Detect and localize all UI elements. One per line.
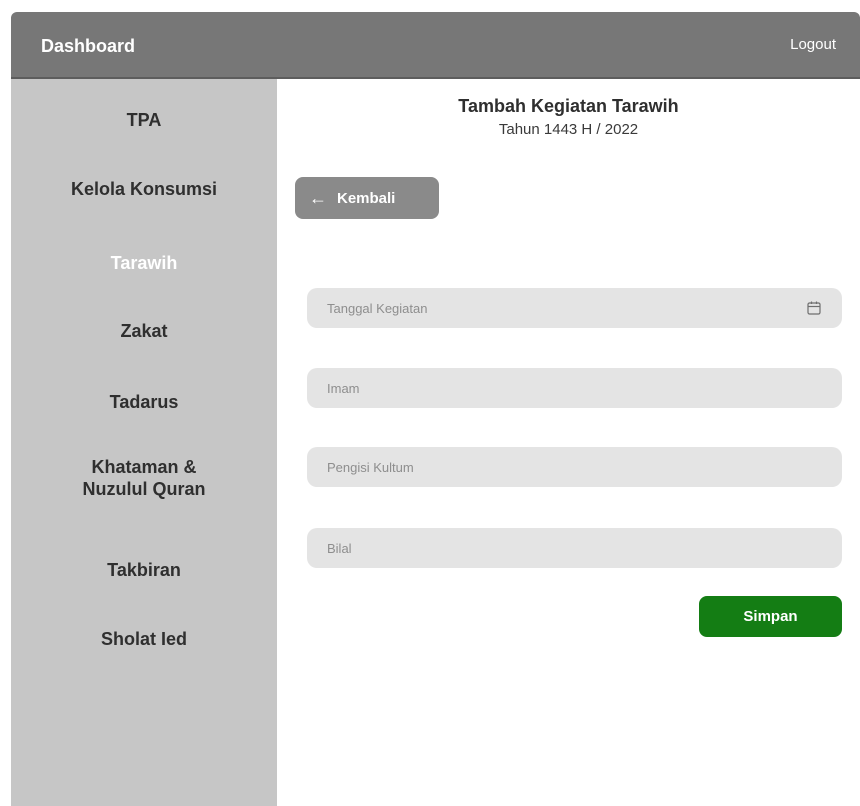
tanggal-kegiatan-input[interactable] [327, 300, 806, 316]
app-frame: Dashboard Logout TPA Kelola Konsumsi Tar… [11, 12, 860, 806]
sidebar: TPA Kelola Konsumsi Tarawih Zakat Tadaru… [11, 79, 277, 806]
sidebar-item-tadarus[interactable]: Tadarus [11, 391, 277, 413]
sidebar-item-khataman[interactable]: Khataman & Nuzulul Quran [11, 456, 277, 500]
sidebar-item-takbiran[interactable]: Takbiran [11, 559, 277, 581]
top-header: Dashboard Logout [11, 12, 860, 79]
imam-field[interactable] [307, 368, 842, 408]
dashboard-title[interactable]: Dashboard [41, 36, 135, 57]
calendar-icon[interactable] [806, 300, 822, 316]
tanggal-kegiatan-field[interactable] [307, 288, 842, 328]
sidebar-item-label: Tarawih [110, 253, 178, 273]
pengisi-kultum-field[interactable] [307, 447, 842, 487]
page-subtitle: Tahun 1443 H / 2022 [498, 121, 639, 138]
back-button[interactable]: ← Kembali [295, 177, 439, 219]
back-button-label: Kembali [337, 189, 396, 207]
bilal-field[interactable] [307, 528, 842, 568]
bilal-input[interactable] [327, 540, 822, 556]
arrow-left-icon: ← [309, 187, 327, 208]
sidebar-item-label: Zakat [120, 321, 168, 341]
sidebar-item-tpa[interactable]: TPA [11, 109, 277, 131]
sidebar-item-label: Takbiran [107, 560, 181, 580]
sidebar-item-label: Kelola Konsumsi [70, 179, 218, 199]
sidebar-item-label: Tadarus [109, 392, 179, 412]
sidebar-item-label: Sholat Ied [100, 629, 187, 649]
sidebar-item-label-line1: Khataman & [91, 457, 197, 477]
sidebar-item-zakat[interactable]: Zakat [11, 320, 277, 342]
sidebar-item-sholat-ied[interactable]: Sholat Ied [11, 628, 277, 650]
sidebar-item-label-line2: Nuzulul Quran [82, 479, 206, 499]
sidebar-item-kelola-konsumsi[interactable]: Kelola Konsumsi [11, 178, 277, 200]
save-button[interactable]: Simpan [699, 596, 842, 637]
logout-link[interactable]: Logout [790, 36, 836, 53]
imam-input[interactable] [327, 380, 822, 396]
sidebar-item-label: TPA [126, 110, 162, 130]
page-title: Tambah Kegiatan Tarawih [458, 96, 679, 116]
sidebar-item-tarawih[interactable]: Tarawih [11, 252, 277, 274]
pengisi-kultum-input[interactable] [327, 459, 822, 475]
